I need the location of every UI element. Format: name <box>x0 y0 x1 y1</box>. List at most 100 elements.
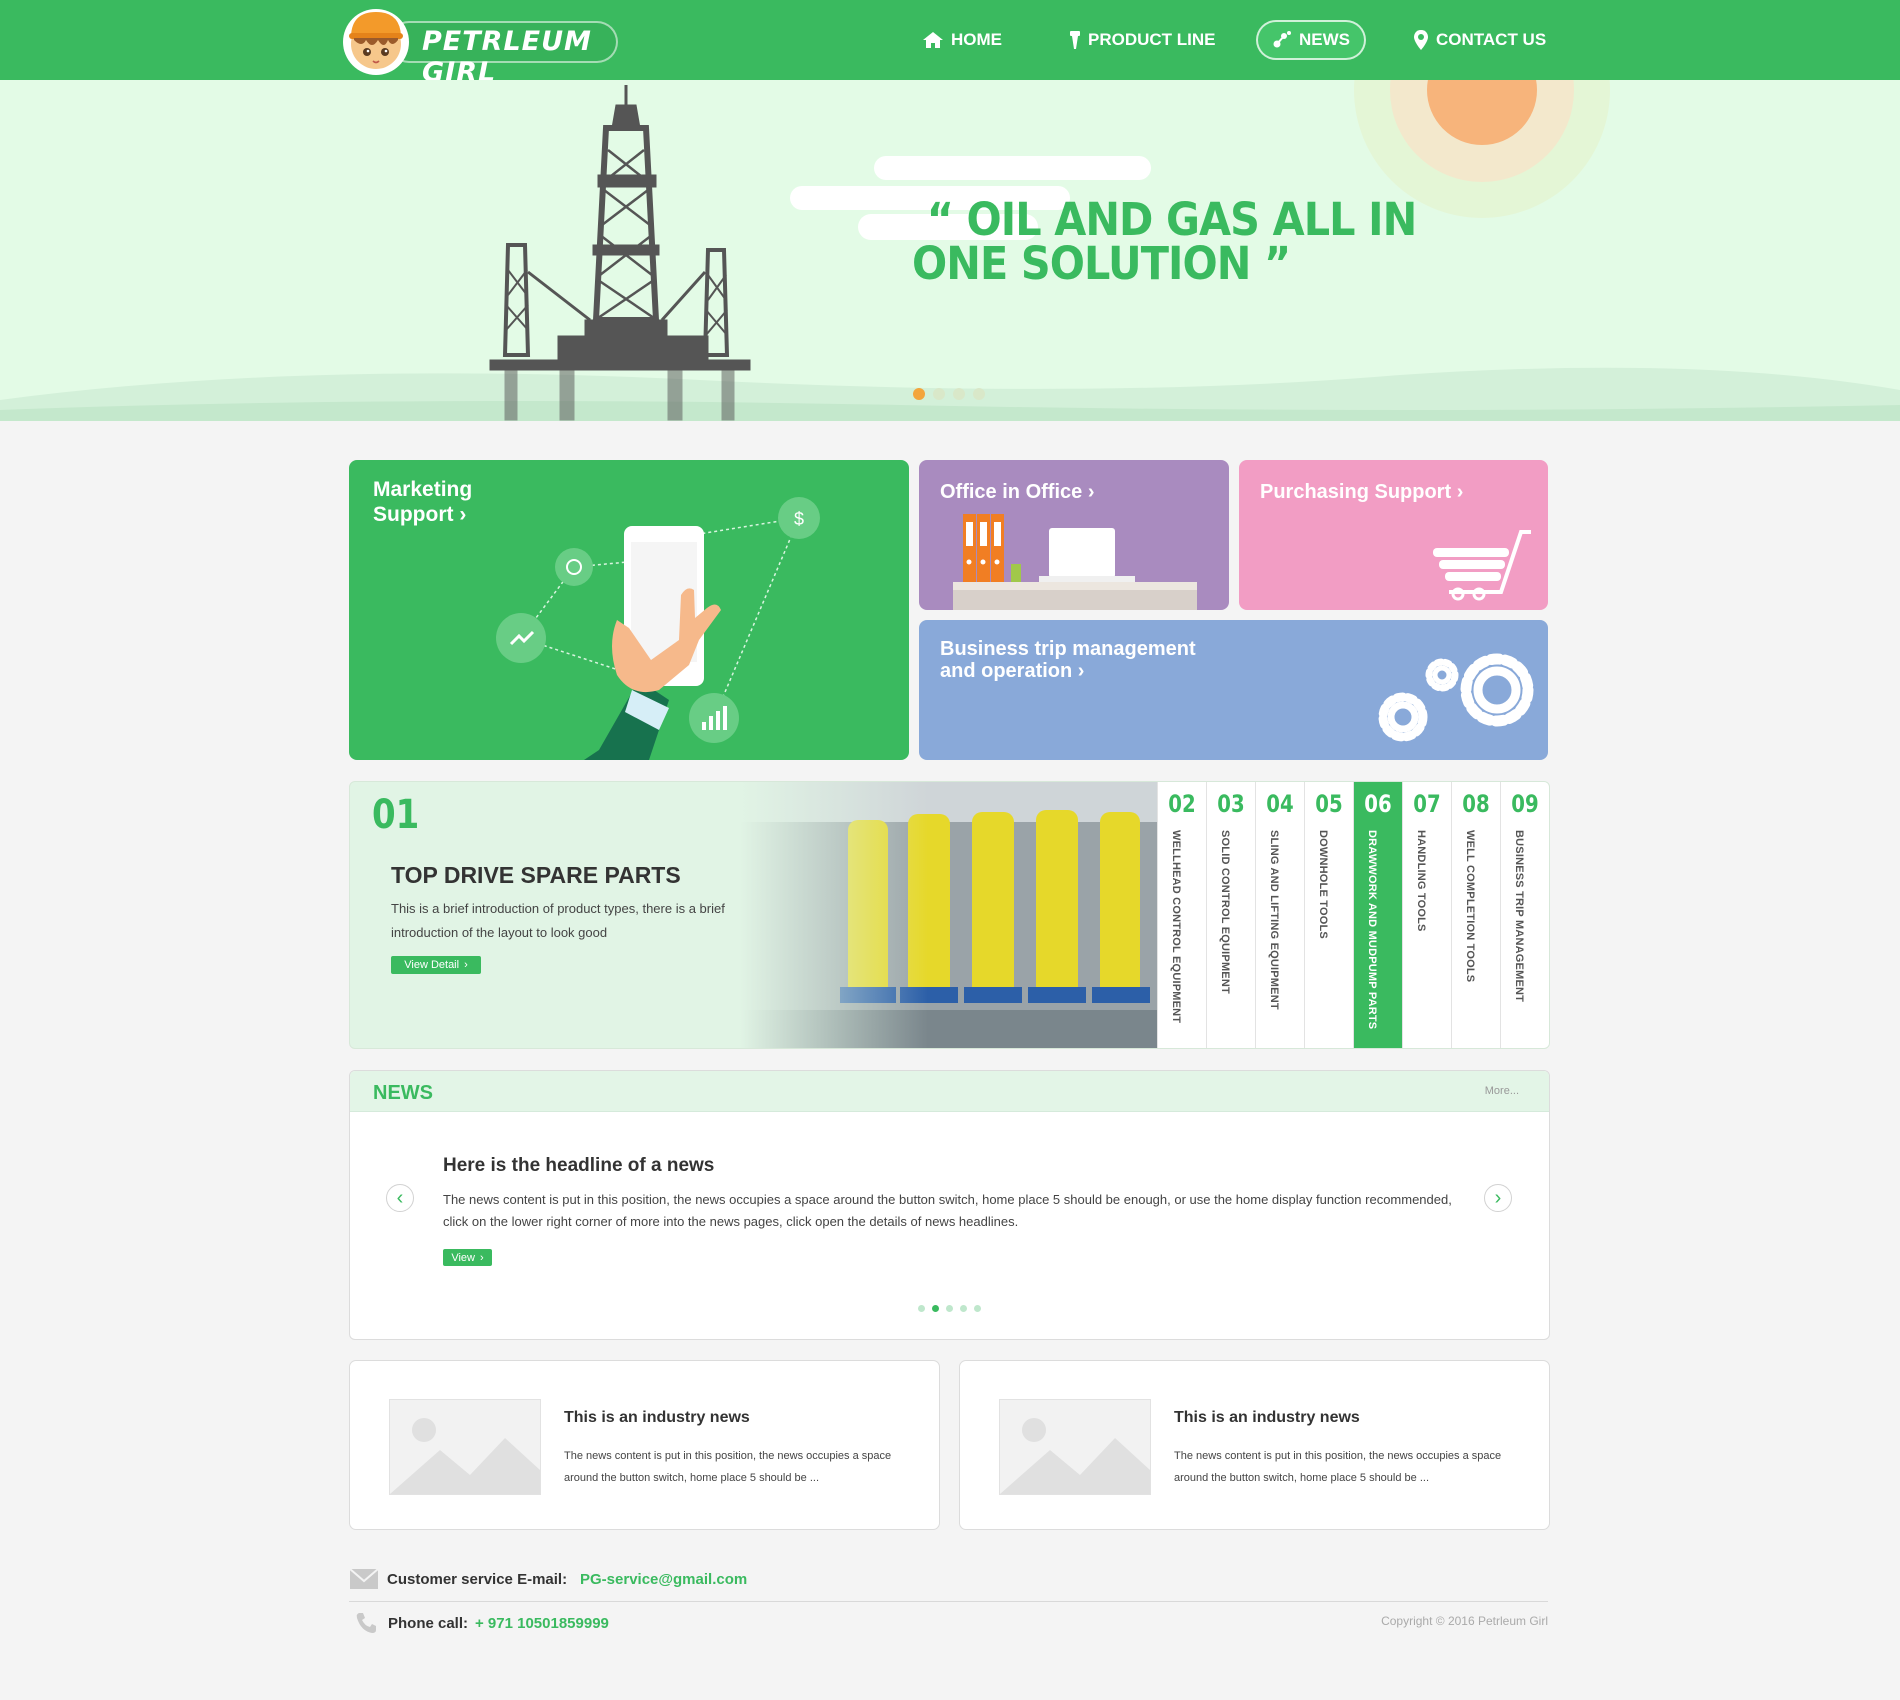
product-tab[interactable]: 04 SLING AND LIFTING EQUIPMENT <box>1255 782 1304 1048</box>
slide-dot[interactable] <box>960 1305 967 1312</box>
hero-slide-dots <box>913 388 985 400</box>
news-title: NEWS <box>373 1082 433 1104</box>
location-pin-icon <box>1413 29 1429 51</box>
product-number: 01 <box>372 792 420 838</box>
copyright: Copyright © 2016 Petrleum Girl <box>1381 1614 1548 1628</box>
product-tab-number: 05 <box>1315 790 1343 818</box>
product-tab[interactable]: 08 WELL COMPLETION TOOLS <box>1451 782 1500 1048</box>
phone-label: Phone call: <box>388 1615 469 1632</box>
product-tab-label: SOLID CONTROL EQUIPMENT <box>1219 830 1231 994</box>
hero-tagline: “ OIL AND GAS ALL IN ONE SOLUTION ” <box>912 193 1418 290</box>
product-tab[interactable]: 03 SOLID CONTROL EQUIPMENT <box>1206 782 1255 1048</box>
chevron-right-icon: › <box>464 959 468 971</box>
phone-icon <box>355 1612 377 1639</box>
chevron-right-icon: › <box>479 1251 484 1264</box>
torch-icon <box>1069 30 1081 50</box>
view-detail-button[interactable]: View Detail › <box>391 956 481 974</box>
slide-dot[interactable] <box>932 1305 939 1312</box>
news-prev-button[interactable]: ‹ <box>386 1184 414 1212</box>
mail-icon <box>349 1568 379 1595</box>
card-title: This is an industry news <box>564 1409 750 1426</box>
brand-name: PETRLEUM GIRL <box>422 26 592 88</box>
industry-news-card[interactable]: This is an industry news The news conten… <box>959 1360 1550 1530</box>
product-tab-label: HANDLING TOOLS <box>1415 830 1427 932</box>
product-tab-label: SLING AND LIFTING EQUIPMENT <box>1268 830 1280 1010</box>
slide-dot[interactable] <box>973 388 985 400</box>
news-panel: NEWS More... ‹ › Here is the headline of… <box>349 1070 1550 1340</box>
nav-label: CONTACT US <box>1436 30 1547 49</box>
phone-number[interactable]: + 971 10501859999 <box>475 1615 609 1632</box>
product-tab[interactable]: 09 BUSINESS TRIP MANAGEMENT <box>1500 782 1549 1048</box>
slide-dot[interactable] <box>933 388 945 400</box>
industry-news-card[interactable]: This is an industry news The news conten… <box>349 1360 940 1530</box>
button-label: View <box>451 1251 475 1264</box>
product-tab-label: BUSINESS TRIP MANAGEMENT <box>1513 830 1525 1003</box>
button-label: View Detail <box>404 959 460 971</box>
product-photo <box>740 782 1158 1048</box>
hero-tagline-line2: ONE SOLUTION ” <box>912 237 1291 290</box>
slide-dot[interactable] <box>953 388 965 400</box>
product-title: TOP DRIVE SPARE PARTS <box>391 862 681 888</box>
image-placeholder-icon <box>389 1399 541 1495</box>
news-slide-dots <box>918 1305 981 1312</box>
nav-contact-us[interactable]: CONTACT US <box>1413 20 1546 60</box>
product-tab-label: WELL COMPLETION TOOLS <box>1464 830 1476 983</box>
hero-tagline-line1: “ OIL AND GAS ALL IN <box>926 193 1418 246</box>
news-icon <box>1272 30 1292 50</box>
news-next-button[interactable]: › <box>1484 1184 1512 1212</box>
shopping-cart-icon <box>1433 530 1531 601</box>
tile-business-trip[interactable]: Business trip management and operation › <box>919 620 1548 760</box>
news-view-button[interactable]: View › <box>443 1249 492 1266</box>
nav-label: HOME <box>951 30 1002 49</box>
product-tab[interactable]: 02 WELLHEAD CONTROL EQUIPMENT <box>1157 782 1206 1048</box>
product-tab-number: 03 <box>1217 790 1245 818</box>
girl-mascot-icon <box>343 9 409 75</box>
product-description: This is a brief introduction of product … <box>391 901 725 940</box>
news-headline[interactable]: Here is the headline of a news <box>443 1155 714 1177</box>
product-tabs: 02 WELLHEAD CONTROL EQUIPMENT 03 SOLID CON… <box>1157 782 1549 1048</box>
product-tab-number: 08 <box>1462 790 1490 818</box>
product-tab[interactable]: 07 HANDLING TOOLS <box>1402 782 1451 1048</box>
product-tab-number: 09 <box>1511 790 1539 818</box>
card-title: This is an industry news <box>1174 1409 1360 1426</box>
image-placeholder-icon <box>999 1399 1151 1495</box>
slide-dot[interactable] <box>946 1305 953 1312</box>
nav-home[interactable]: HOME <box>922 20 1002 60</box>
product-tab-active[interactable]: 06 DRAWWORK AND MUDPUMP PARTS <box>1353 782 1402 1048</box>
product-tab-label: DOWNHOLE TOOLS <box>1317 830 1329 939</box>
gears-icon <box>1378 653 1534 742</box>
product-tab-label: DRAWWORK AND MUDPUMP PARTS <box>1366 830 1378 1030</box>
product-showcase: 01 TOP DRIVE SPARE PARTS This is a brief… <box>349 781 1550 1049</box>
tile-office-in-office[interactable]: Office in Office › <box>919 460 1229 610</box>
product-tab-number: 04 <box>1266 790 1294 818</box>
svg-text:$: $ <box>794 509 804 529</box>
home-icon <box>922 31 944 49</box>
tile-marketing-support[interactable]: Marketing Support › $ <box>349 460 909 760</box>
tile-purchasing-support[interactable]: Purchasing Support › <box>1239 460 1548 610</box>
chevron-right-icon: › <box>1494 1187 1502 1209</box>
slide-dot[interactable] <box>974 1305 981 1312</box>
nav-label: NEWS <box>1299 30 1350 49</box>
office-desk-icon <box>953 514 1197 610</box>
product-tab-number: 02 <box>1168 790 1196 818</box>
product-tab-label: WELLHEAD CONTROL EQUIPMENT <box>1170 830 1182 1024</box>
email-link[interactable]: PG-service@gmail.com <box>580 1571 747 1588</box>
site-header: PETRLEUM GIRL HOME PRODUCT LINE NEWS CON… <box>0 0 1900 88</box>
card-text: The news content is put in this position… <box>1174 1450 1502 1484</box>
product-tab[interactable]: 05 DOWNHOLE TOOLS <box>1304 782 1353 1048</box>
smartphone-network-icon: $ <box>496 497 820 760</box>
product-tab-number: 07 <box>1413 790 1441 818</box>
nav-label: PRODUCT LINE <box>1088 30 1216 49</box>
slide-dot[interactable] <box>913 388 925 400</box>
slide-dot[interactable] <box>918 1305 925 1312</box>
nav-news[interactable]: NEWS <box>1256 20 1366 60</box>
hero-banner: “ OIL AND GAS ALL IN ONE SOLUTION ” <box>0 80 1900 421</box>
footer-divider <box>349 1601 1548 1602</box>
news-body: The news content is put in this position… <box>443 1192 1452 1229</box>
email-label: Customer service E-mail: <box>387 1571 568 1588</box>
product-tab-number: 06 <box>1364 790 1392 818</box>
nav-product-line[interactable]: PRODUCT LINE <box>1069 20 1216 60</box>
card-text: The news content is put in this position… <box>564 1450 892 1484</box>
brand-logo[interactable]: PETRLEUM GIRL <box>340 4 628 88</box>
news-more-link[interactable]: More... <box>1485 1085 1519 1097</box>
